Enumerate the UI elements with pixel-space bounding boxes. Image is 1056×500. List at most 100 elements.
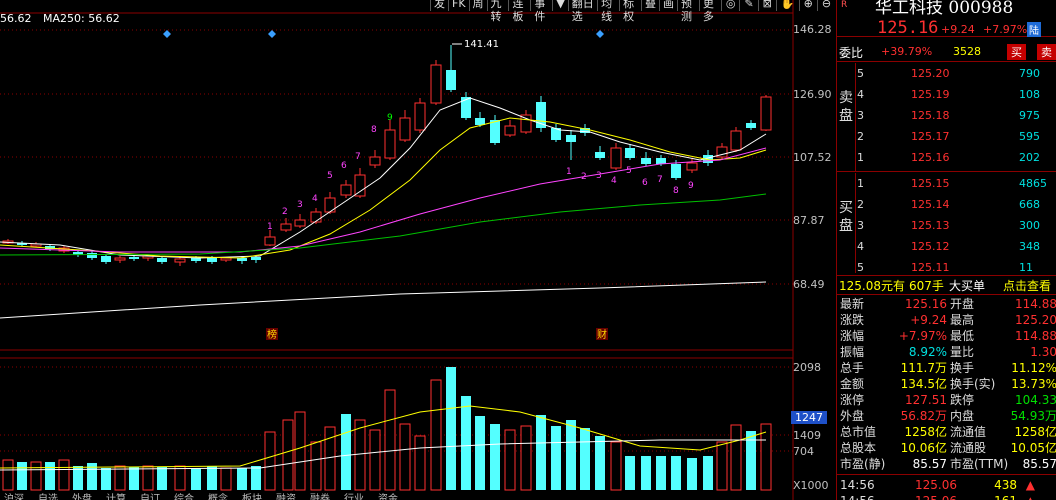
bottom-tab[interactable]: 融资 [276, 490, 296, 500]
level-qty: 4865 [1019, 177, 1047, 190]
toolbar-item-events[interactable]: 事件 [530, 0, 552, 23]
pencil-icon[interactable]: ✎ [739, 0, 757, 11]
volume-bar [520, 425, 532, 491]
bottom-tab[interactable]: 自选 [38, 490, 58, 500]
sequence-count: 3 [596, 171, 602, 181]
big-order-link[interactable]: 点击查看 [1003, 277, 1051, 294]
kline-chart-svg[interactable]: 1234567891 2 3 456 78 9141.41榜财 [0, 0, 835, 500]
bids-row[interactable]: 1 125.15 4865 [837, 177, 1056, 195]
sequence-count: 5 [327, 171, 333, 181]
bids-row[interactable]: 2 125.14 668 [837, 198, 1056, 216]
bids-row[interactable]: 4 125.12 348 [837, 240, 1056, 258]
stat-label: 开盘 [950, 297, 975, 311]
candle-body [87, 253, 97, 258]
candle-body [174, 258, 186, 263]
price-change-pct: +7.97% [983, 23, 1028, 36]
sequence-count: 8 [371, 125, 377, 135]
last-price: 125.16 [877, 18, 939, 38]
asks-row[interactable]: 3 125.18 975 [837, 109, 1056, 127]
event-diamond-icon [268, 30, 276, 38]
weibi-value: +39.79% [881, 45, 933, 58]
eye-icon[interactable]: ◎ [720, 0, 740, 11]
stat-value: 104.33 [1015, 393, 1056, 407]
toolbar-dropdown-icon[interactable]: ▼ [552, 0, 567, 11]
volume-bar [687, 458, 697, 490]
asks-row[interactable]: 4 125.19 108 [837, 88, 1056, 106]
sequence-count: 6 [341, 161, 347, 171]
kline-chart-area[interactable]: 1 2 3 4 5 6 7 8 9 1 2 3 4 5 6 7 8 9 141.41 榜财 56.62 MA250: … [0, 0, 835, 500]
volume-bar [294, 411, 306, 491]
toolbar-item-draw[interactable]: 画 [659, 0, 677, 11]
level-index: 3 [857, 109, 864, 122]
volume-bar [641, 456, 651, 490]
stat-label: 换手(实) [950, 377, 996, 391]
bottom-tab[interactable]: 融券 [310, 490, 330, 500]
bottom-tab[interactable]: 计算 [106, 490, 126, 500]
toolbar-item-overlay[interactable]: 叠 [641, 0, 659, 11]
candle-body [610, 147, 622, 169]
quote-header: R 华工科技 000988 [837, 0, 1056, 18]
price-tick: 107.52 [793, 151, 832, 164]
toolbar-item-fa[interactable]: 发 [430, 0, 448, 11]
volume-bar [157, 467, 167, 490]
lu-badge: 陆 [1027, 22, 1041, 37]
stats-row: 外盘 56.82万 内盘 54.93万 [837, 408, 1056, 424]
bottom-tab[interactable]: 板块 [242, 490, 262, 500]
toolbar-item-junxian[interactable]: 均线 [597, 0, 619, 23]
toolbar-item-fk[interactable]: FK [448, 0, 469, 11]
event-marker-label: 财 [597, 328, 607, 341]
bottom-tab[interactable]: 行业 [344, 490, 364, 500]
sequence-count: 4 [312, 194, 318, 204]
ma5-line [0, 97, 767, 259]
bottom-tab[interactable]: 自订 [140, 490, 160, 500]
bottom-tab[interactable]: 资金 [378, 490, 398, 500]
stat-value: 114.88 [1015, 329, 1056, 343]
toolbar-item-jiuzhuan[interactable]: 九转 [486, 0, 509, 23]
toolbar-item-biaoquan[interactable]: 标权 [619, 0, 641, 23]
bottom-tab[interactable]: 概念 [208, 490, 228, 500]
level-price: 125.14 [911, 198, 950, 211]
sell-button[interactable]: 卖 [1037, 44, 1056, 60]
toolbar-item-lianban[interactable]: 连板 [508, 0, 530, 23]
candle-body [760, 96, 772, 131]
level-index: 5 [857, 261, 864, 274]
stat-value: 10.05亿 [1010, 441, 1056, 455]
buy-button[interactable]: 买 [1007, 44, 1026, 60]
toolbar-item-predict[interactable]: 预测 [677, 0, 699, 23]
sequence-count: 7 [657, 175, 663, 185]
toolbar-item-week[interactable]: 周 [468, 0, 487, 11]
volume-current-tag: 1247 [791, 411, 827, 424]
bottom-tab[interactable]: 综合 [174, 490, 194, 500]
candle-body [114, 257, 126, 261]
bottom-tab[interactable]: 外盘 [72, 490, 92, 500]
bottom-tab[interactable]: 沪深 [4, 490, 24, 500]
tick-price: 125.06 [915, 493, 957, 500]
asks-row[interactable]: 2 125.17 595 [837, 130, 1056, 148]
level-index: 4 [857, 240, 864, 253]
toolbar-item-fanri[interactable]: 翻日选 [567, 0, 597, 23]
divider [837, 275, 1056, 276]
candle-body [280, 223, 292, 231]
level-price: 125.13 [911, 219, 950, 232]
asks-row[interactable]: 1 125.16 202 [837, 151, 1056, 169]
stat-label: 市盈(TTM) [950, 457, 1009, 471]
divider [837, 474, 1056, 475]
big-order-shares: 607手 [909, 279, 944, 293]
volume-ma-line [0, 405, 767, 469]
bids-row[interactable]: 3 125.13 300 [837, 219, 1056, 237]
delete-icon[interactable]: ⊠ [757, 0, 776, 11]
volume-bar [251, 466, 261, 490]
level-price: 125.20 [911, 67, 950, 80]
stat-value: 54.93万 [1010, 409, 1056, 423]
sequence-count: 3 [297, 200, 303, 210]
level-qty: 668 [1019, 198, 1040, 211]
asks-row[interactable]: 5 125.20 790 [837, 67, 1056, 85]
bid-book: 买盘 1 125.15 4865 2 125.14 668 3 125.13 300 4 125.1… [837, 173, 1056, 274]
big-order-row: 125.08元有 607手 大买单 点击查看 [837, 277, 1056, 294]
stat-value: 111.7万 [900, 361, 947, 375]
candle-body [490, 120, 500, 143]
candle-body [625, 148, 635, 158]
stat-label: 外盘 [840, 409, 865, 423]
toolbar-item-more[interactable]: 更多 [698, 0, 721, 23]
sequence-count: 4 [611, 176, 617, 186]
